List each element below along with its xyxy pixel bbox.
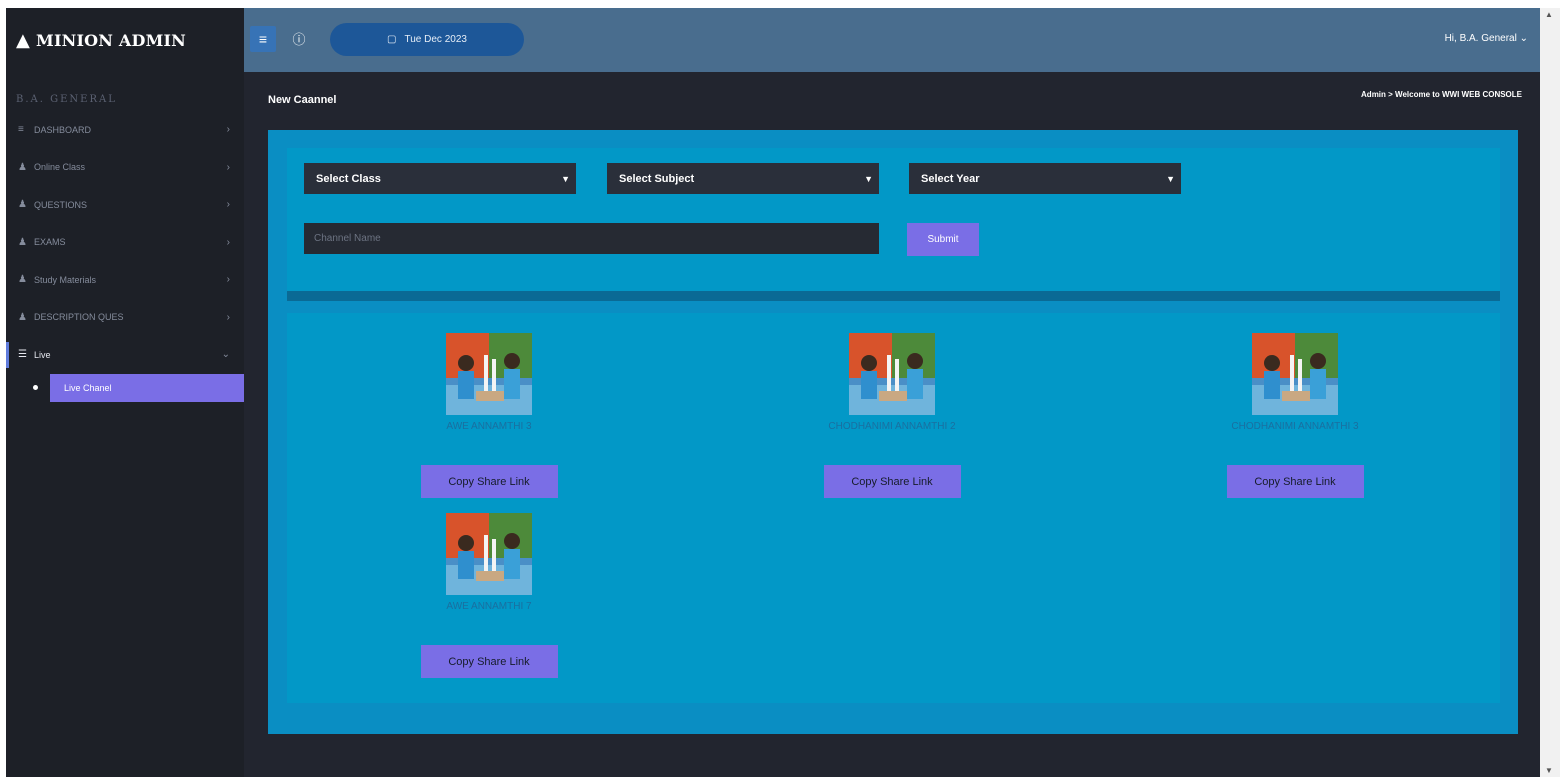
list-icon: ☰ (18, 349, 27, 361)
user-greeting: Hi, B.A. General (1444, 33, 1517, 44)
scrollbar-thumb[interactable] (1544, 38, 1556, 758)
channel-thumbnail[interactable] (446, 513, 532, 595)
sidebar-item-label: Online Class (34, 162, 86, 173)
sidebar-item-online-class[interactable]: ♟ Online Class › (6, 149, 244, 187)
menu-toggle-button[interactable]: ≡ (250, 26, 276, 52)
channel-thumbnail[interactable] (446, 333, 532, 415)
bullet-icon (33, 384, 38, 390)
sidebar-item-study-materials[interactable]: ♟ Study Materials › (6, 261, 244, 299)
sidebar-item-live[interactable]: ☰ Live ⌄ (6, 336, 244, 374)
class-select[interactable]: Select Class ▼ (304, 163, 576, 194)
chevron-right-icon: › (226, 236, 230, 248)
info-circle-icon: ⓘ (292, 31, 306, 47)
channel-item: CHODHANIMI ANNAMTHI 3 Copy Share Link (1205, 333, 1385, 498)
sidebar-item-label: EXAMS (34, 237, 66, 248)
topbar: ≡ ⓘ ▢ Tue Dec 2023 Hi, B.A. General ⌄ (244, 8, 1540, 72)
classroom-illustration-icon (446, 513, 532, 595)
main-content: New Caannel Admin > Welcome to WWI WEB C… (244, 72, 1540, 777)
date-text: Tue Dec 2023 (404, 34, 467, 45)
year-select[interactable]: Select Year ▼ (909, 163, 1181, 194)
sidebar-item-label: DASHBOARD (34, 124, 92, 135)
admin-app: ▲ MINION ADMIN B.A. GENERAL ≡ DASHBOARD … (6, 8, 1540, 777)
chevron-down-icon: ⌄ (1519, 33, 1528, 44)
class-select-value: Select Class (316, 172, 381, 185)
user-group-icon: ♟ (18, 161, 27, 173)
user-group-icon: ♟ (18, 199, 27, 211)
copy-share-link-button[interactable]: Copy Share Link (420, 645, 558, 678)
classroom-illustration-icon (1252, 333, 1338, 415)
channel-name: AWE ANNAMTHI 7 (446, 601, 532, 612)
channel-card: Select Class ▼ Select Subject ▼ Select Y… (268, 130, 1518, 734)
channel-item: AWE ANNAMTHI 3 Copy Share Link (399, 333, 579, 498)
channel-name: AWE ANNAMTHI 3 (446, 421, 532, 432)
submit-button[interactable]: Submit (907, 223, 979, 256)
filter-form: Select Class ▼ Select Subject ▼ Select Y… (287, 148, 1500, 301)
copy-share-link-button[interactable]: Copy Share Link (823, 465, 961, 498)
sidebar-nav: ≡ DASHBOARD › ♟ Online Class › ♟ QUESTIO… (6, 111, 244, 402)
scroll-down-icon[interactable]: ▼ (1545, 766, 1553, 775)
triangle-logo-icon: ▲ (16, 29, 31, 51)
channel-item: CHODHANIMI ANNAMTHI 2 Copy Share Link (802, 333, 982, 498)
user-group-icon: ♟ (18, 236, 27, 248)
chevron-right-icon: › (226, 124, 230, 136)
sidebar-subitem-label: Live Chanel (64, 382, 112, 393)
sidebar-item-label: DESCRIPTION QUES (34, 312, 124, 323)
channel-thumbnail[interactable] (1252, 333, 1338, 415)
sidebar-user-label: B.A. GENERAL (16, 94, 117, 105)
chevron-down-icon: ⌄ (221, 349, 230, 361)
channel-name: CHODHANIMI ANNAMTHI 3 (1231, 421, 1359, 432)
chevron-right-icon: › (226, 161, 230, 173)
chevron-right-icon: › (226, 199, 230, 211)
chevron-down-icon: ▼ (1166, 173, 1175, 184)
year-select-value: Select Year (921, 172, 980, 185)
sidebar-subitem-live-chanel[interactable]: Live Chanel (33, 373, 244, 402)
brand-name: MINION ADMIN (36, 30, 186, 50)
sidebar-item-dashboard[interactable]: ≡ DASHBOARD › (6, 111, 244, 149)
user-menu[interactable]: Hi, B.A. General ⌄ (1445, 33, 1528, 44)
calendar-icon: ▢ (387, 34, 397, 45)
sidebar-item-label: Live (34, 349, 51, 360)
sidebar-item-exams[interactable]: ♟ EXAMS › (6, 224, 244, 262)
channel-list: AWE ANNAMTHI 3 Copy Share Link CHODHANIM… (287, 313, 1500, 703)
user-group-icon: ♟ (18, 274, 27, 286)
sidebar-item-label: Study Materials (34, 274, 97, 285)
channel-item: AWE ANNAMTHI 7 Copy Share Link (399, 513, 579, 678)
user-group-icon: ♟ (18, 311, 27, 323)
copy-share-link-button[interactable]: Copy Share Link (420, 465, 558, 498)
list-icon: ≡ (18, 124, 24, 136)
sidebar: ▲ MINION ADMIN B.A. GENERAL ≡ DASHBOARD … (6, 8, 244, 777)
brand[interactable]: ▲ MINION ADMIN (6, 8, 244, 72)
chevron-down-icon: ▼ (561, 173, 570, 184)
breadcrumb: Admin > Welcome to WWI WEB CONSOLE (1361, 90, 1522, 99)
classroom-illustration-icon (849, 333, 935, 415)
page-title: New Caannel (268, 94, 337, 106)
subject-select[interactable]: Select Subject ▼ (607, 163, 879, 194)
sidebar-item-questions[interactable]: ♟ QUESTIONS › (6, 186, 244, 224)
chevron-right-icon: › (226, 311, 230, 323)
copy-share-link-button[interactable]: Copy Share Link (1226, 465, 1364, 498)
page-scrollbar[interactable]: ▲ ▼ (1540, 8, 1560, 777)
info-button[interactable]: ⓘ (290, 29, 308, 47)
classroom-illustration-icon (446, 333, 532, 415)
subject-select-value: Select Subject (619, 172, 695, 185)
scroll-up-icon[interactable]: ▲ (1545, 10, 1553, 19)
date-display[interactable]: ▢ Tue Dec 2023 (330, 23, 524, 56)
sidebar-item-label: QUESTIONS (34, 199, 88, 210)
hamburger-icon: ≡ (258, 31, 268, 47)
channel-thumbnail[interactable] (849, 333, 935, 415)
chevron-right-icon: › (226, 274, 230, 286)
channel-name-input[interactable]: Channel Name (304, 223, 879, 254)
channel-name: CHODHANIMI ANNAMTHI 2 (828, 421, 956, 432)
sidebar-item-description-ques[interactable]: ♟ DESCRIPTION QUES › (6, 299, 244, 337)
chevron-down-icon: ▼ (864, 173, 873, 184)
